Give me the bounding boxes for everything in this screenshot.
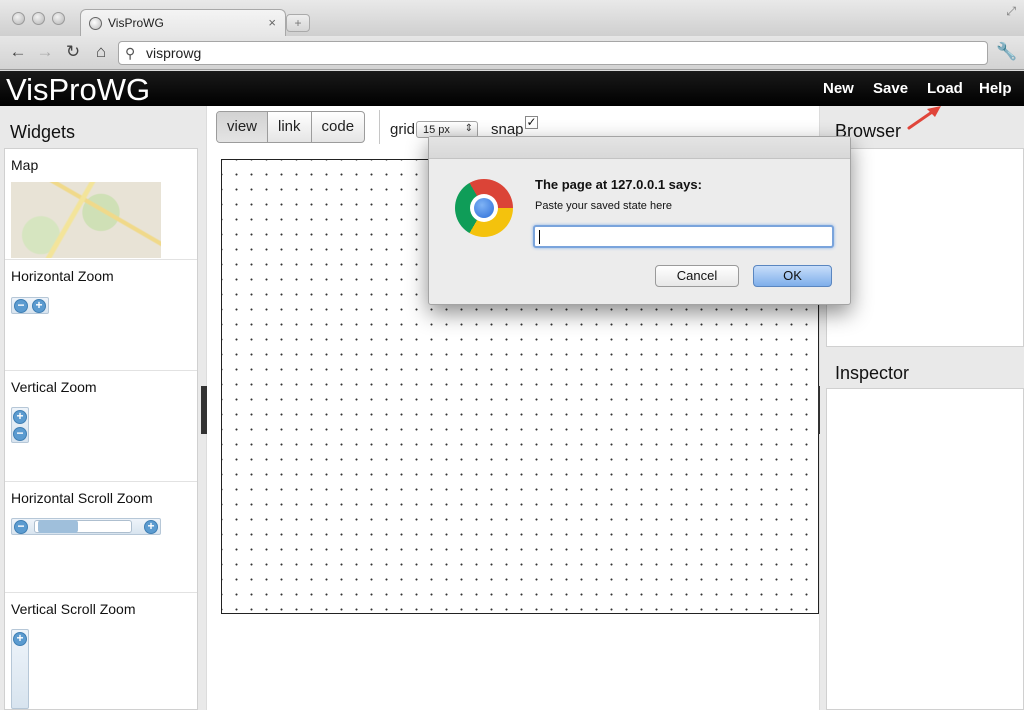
dialog-text-input[interactable] bbox=[533, 225, 834, 248]
zoom-slider-knob[interactable] bbox=[38, 520, 78, 533]
reload-button[interactable]: ↻ bbox=[62, 42, 84, 62]
window-close-button[interactable] bbox=[12, 12, 25, 25]
zoom-in-icon: + bbox=[13, 410, 27, 424]
inspector-panel[interactable] bbox=[826, 388, 1024, 710]
zoom-out-icon: − bbox=[14, 299, 28, 313]
widget-item-horizontal-zoom[interactable]: Horizontal Zoom − + bbox=[5, 260, 197, 371]
forward-button[interactable]: → bbox=[34, 42, 56, 62]
mode-link-button[interactable]: link bbox=[268, 112, 312, 142]
fullscreen-icon[interactable]: ⤢ bbox=[1006, 4, 1016, 19]
widgets-panel-title: Widgets bbox=[10, 122, 76, 142]
search-icon: ⚲ bbox=[125, 45, 136, 61]
menu-help[interactable]: Help bbox=[979, 80, 1012, 97]
browser-toolbar: ← → ↻ ⌂ ⚲ 🔧 bbox=[0, 36, 1024, 70]
zoom-out-icon: − bbox=[13, 427, 27, 441]
mode-code-button[interactable]: code bbox=[312, 112, 365, 142]
text-caret bbox=[539, 230, 540, 244]
widget-label: Horizontal Zoom bbox=[11, 268, 114, 284]
mode-switcher: view link code bbox=[216, 111, 366, 143]
browser-titlebar: VisProWG × + ⤢ bbox=[0, 0, 1024, 37]
home-button[interactable]: ⌂ bbox=[90, 42, 112, 62]
widget-item-map[interactable]: Map bbox=[5, 149, 197, 260]
zoom-in-icon: + bbox=[144, 520, 158, 534]
toolbar-divider bbox=[379, 110, 380, 144]
grid-label: grid bbox=[390, 121, 416, 138]
inspector-panel-title: Inspector bbox=[835, 363, 910, 383]
address-input[interactable] bbox=[146, 45, 966, 61]
browser-tab[interactable]: VisProWG × bbox=[80, 9, 286, 37]
widget-label: Vertical Zoom bbox=[11, 379, 97, 395]
vertical-scroll-zoom-preview[interactable]: + bbox=[11, 629, 29, 709]
new-tab-button[interactable]: + bbox=[286, 14, 310, 32]
zoom-in-icon: + bbox=[13, 632, 27, 646]
zoom-slider-track[interactable] bbox=[34, 520, 132, 533]
zoom-in-icon: + bbox=[32, 299, 46, 313]
address-bar[interactable]: ⚲ bbox=[118, 41, 988, 65]
tab-close-icon[interactable]: × bbox=[268, 15, 276, 30]
widget-item-horizontal-scroll-zoom[interactable]: Horizontal Scroll Zoom − + bbox=[5, 482, 197, 593]
dialog-title: The page at 127.0.0.1 says: bbox=[535, 177, 702, 192]
widget-item-vertical-scroll-zoom[interactable]: Vertical Scroll Zoom + bbox=[5, 593, 197, 709]
wrench-icon[interactable]: 🔧 bbox=[996, 42, 1017, 62]
window-minimize-button[interactable] bbox=[32, 12, 45, 25]
vertical-zoom-preview[interactable]: + − bbox=[11, 407, 29, 443]
widget-label: Horizontal Scroll Zoom bbox=[11, 490, 153, 506]
menu-load[interactable]: Load bbox=[927, 80, 963, 97]
window-zoom-button[interactable] bbox=[52, 12, 65, 25]
ok-button[interactable]: OK bbox=[753, 265, 832, 287]
widgets-panel: Widgets Map Horizontal Zoom − + Vertical… bbox=[0, 106, 206, 710]
snap-checkbox[interactable]: ✓ bbox=[525, 116, 538, 129]
app-header: VisProWG New Save Load Help bbox=[0, 71, 1024, 107]
widget-label: Map bbox=[11, 157, 39, 173]
horizontal-zoom-preview[interactable]: − + bbox=[11, 297, 49, 314]
dialog-message: Paste your saved state here bbox=[535, 200, 672, 212]
widget-list[interactable]: Map Horizontal Zoom − + Vertical Zoom + … bbox=[4, 148, 198, 710]
zoom-out-icon: − bbox=[14, 520, 28, 534]
grid-size-value: 15 px bbox=[423, 124, 450, 136]
map-thumbnail[interactable] bbox=[11, 182, 161, 258]
select-arrows-icon: ⇕ bbox=[464, 123, 473, 134]
dialog-top-strip bbox=[429, 137, 850, 159]
mode-view-button[interactable]: view bbox=[217, 112, 269, 142]
chrome-logo-icon bbox=[455, 179, 513, 237]
prompt-dialog: The page at 127.0.0.1 says: Paste your s… bbox=[428, 136, 851, 305]
horizontal-scroll-zoom-preview[interactable]: − + bbox=[11, 518, 161, 535]
menu-new[interactable]: New bbox=[823, 80, 854, 97]
menu-save[interactable]: Save bbox=[873, 80, 908, 97]
browser-panel[interactable] bbox=[826, 148, 1024, 347]
globe-icon bbox=[89, 17, 102, 30]
widget-item-vertical-zoom[interactable]: Vertical Zoom + − bbox=[5, 371, 197, 482]
back-button[interactable]: ← bbox=[7, 42, 29, 62]
cancel-button[interactable]: Cancel bbox=[655, 265, 739, 287]
annotation-arrow-icon bbox=[907, 106, 941, 130]
widget-label: Vertical Scroll Zoom bbox=[11, 601, 136, 617]
tab-title: VisProWG bbox=[108, 16, 164, 30]
app-brand: VisProWG bbox=[6, 72, 151, 107]
